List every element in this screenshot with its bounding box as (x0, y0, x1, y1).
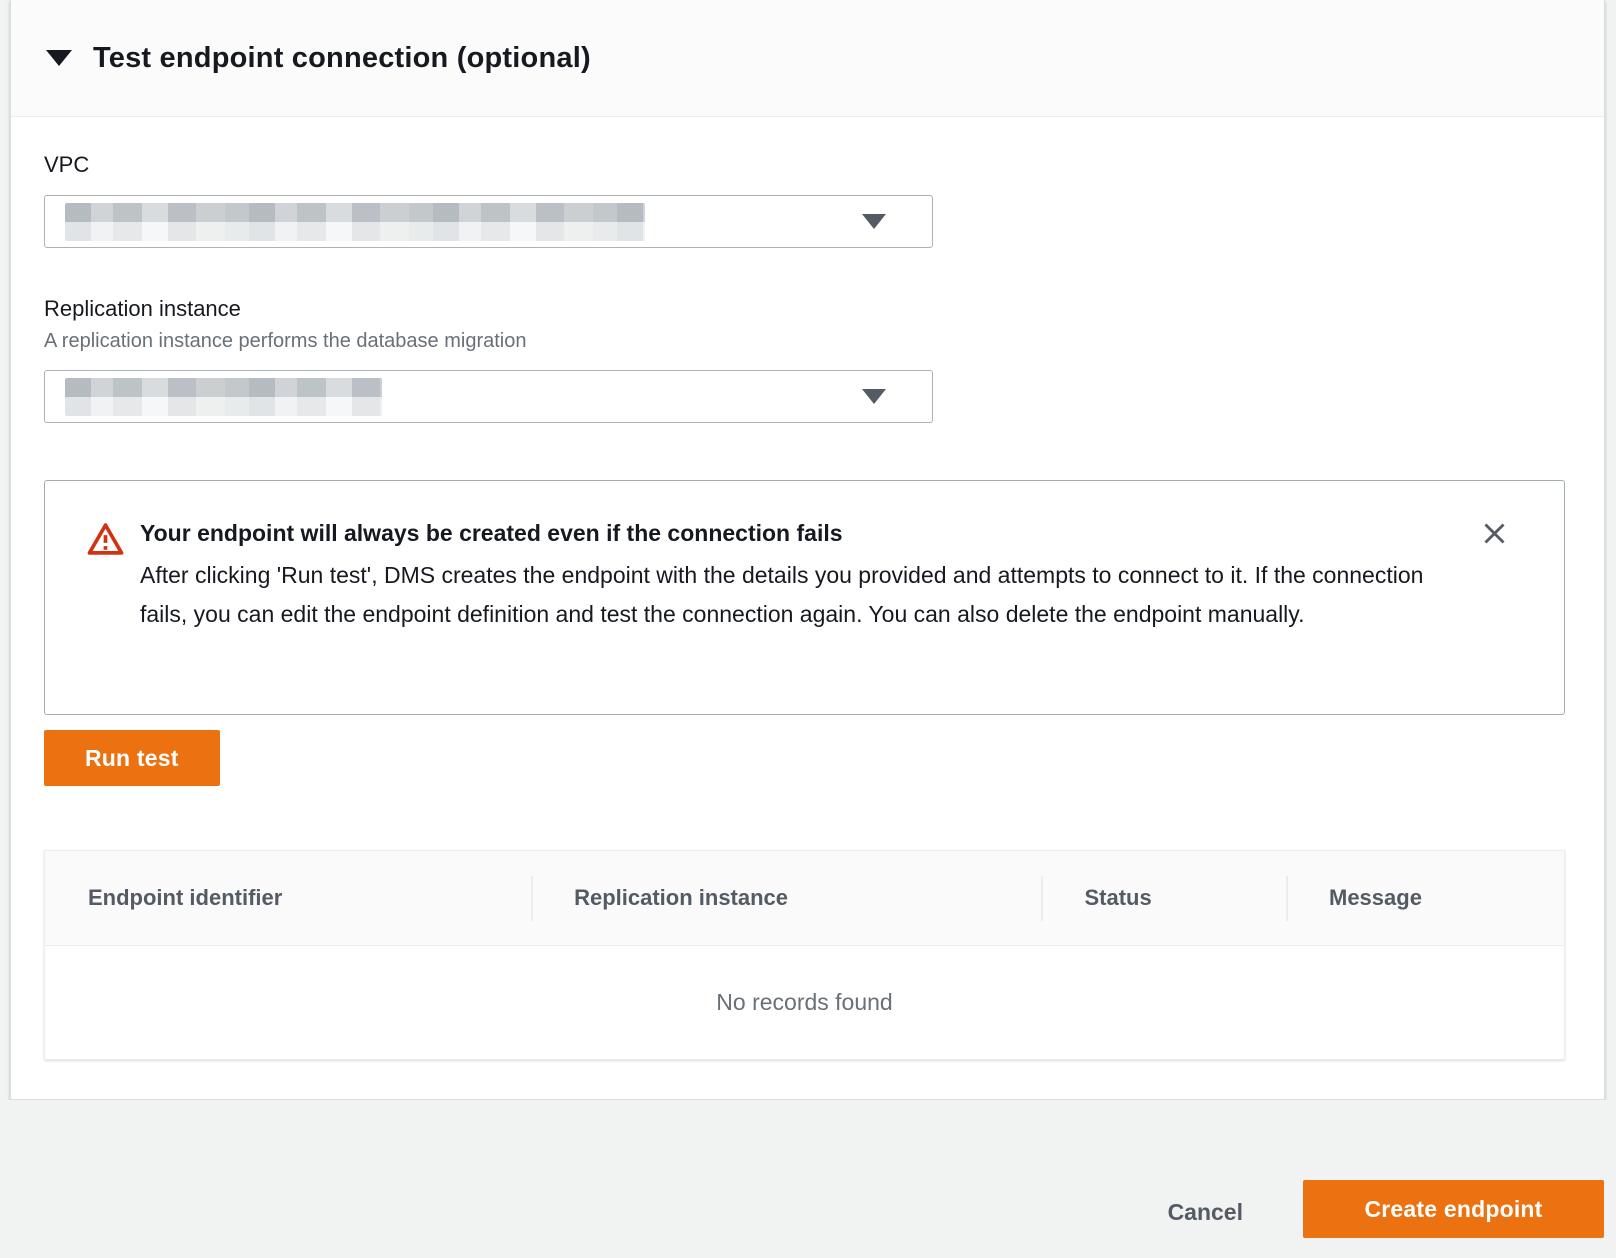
section-expander-caret-down-icon (46, 50, 72, 66)
replication-instance-description: A replication instance performs the data… (44, 330, 1563, 353)
replication-instance-selected-value-redacted (65, 378, 382, 416)
chevron-down-icon (862, 389, 886, 404)
section-header-test-endpoint-connection[interactable]: Test endpoint connection (optional) (11, 0, 1604, 117)
column-header-endpoint-identifier[interactable]: Endpoint identifier (45, 851, 531, 945)
run-test-button[interactable]: Run test (44, 730, 220, 786)
chevron-down-icon (862, 214, 886, 229)
replication-instance-select[interactable] (44, 370, 933, 423)
column-header-replication-instance[interactable]: Replication instance (531, 851, 1041, 945)
vpc-select[interactable] (44, 195, 933, 248)
vpc-selected-value-redacted (65, 203, 645, 241)
warning-title: Your endpoint will always be created eve… (140, 520, 1465, 547)
create-endpoint-button[interactable]: Create endpoint (1303, 1180, 1604, 1238)
table-header-row: Endpoint identifier Replication instance… (45, 851, 1564, 946)
close-icon[interactable] (1465, 518, 1524, 551)
replication-instance-label: Replication instance (44, 296, 1563, 322)
section-body: VPC Replication instance A replication i… (11, 117, 1604, 1060)
form-actions-footer: Cancel Create endpoint (0, 1100, 1616, 1258)
column-header-message[interactable]: Message (1286, 851, 1564, 945)
test-endpoint-connection-panel: Test endpoint connection (optional) VPC … (10, 0, 1605, 1100)
warning-triangle-icon (87, 522, 124, 678)
replication-instance-field-group: Replication instance A replication insta… (44, 296, 1563, 423)
warning-body-text: After clicking 'Run test', DMS creates t… (140, 556, 1440, 634)
column-header-status[interactable]: Status (1041, 851, 1286, 945)
section-title: Test endpoint connection (optional) (93, 42, 591, 75)
vpc-label: VPC (44, 152, 1563, 178)
warning-flashbar: Your endpoint will always be created eve… (44, 480, 1565, 715)
cancel-button[interactable]: Cancel (1158, 1199, 1253, 1226)
table-empty-state: No records found (45, 946, 1564, 1059)
connection-results-table: Endpoint identifier Replication instance… (44, 850, 1565, 1060)
warning-content: Your endpoint will always be created eve… (140, 520, 1465, 678)
vpc-field-group: VPC (44, 152, 1563, 248)
